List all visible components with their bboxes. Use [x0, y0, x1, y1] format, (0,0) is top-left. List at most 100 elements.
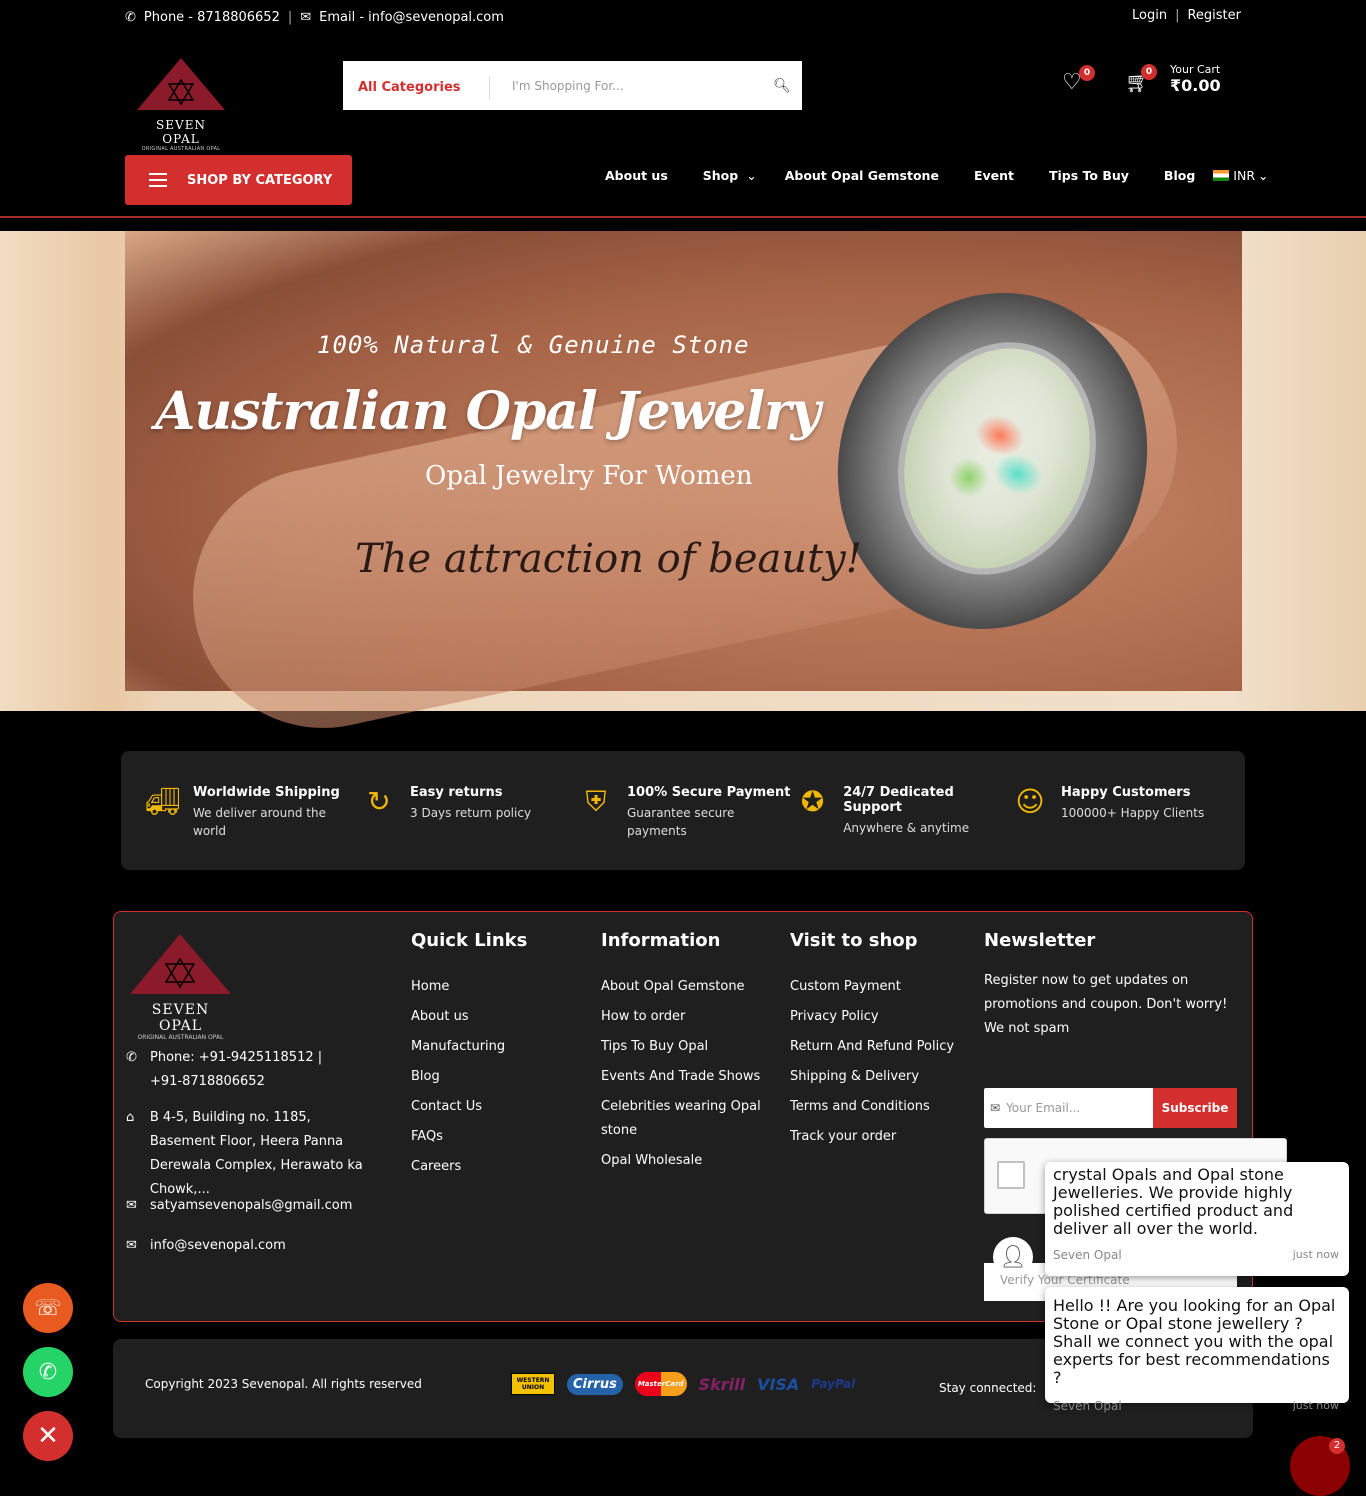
mastercard-logo: MasterCard: [634, 1372, 687, 1396]
register-link[interactable]: Register: [1187, 8, 1241, 26]
footer-link-manufacturing[interactable]: Manufacturing: [411, 1035, 527, 1059]
footer-email-2[interactable]: ✉ info@sevenopal.com: [126, 1234, 376, 1258]
copyright: Copyright 2023 Sevenopal. All rights res…: [145, 1377, 422, 1391]
separator: |: [1175, 8, 1180, 23]
feature-desc: We deliver around the world: [193, 806, 326, 838]
wishlist-count-badge: 0: [1079, 65, 1095, 81]
footer-link-privacy[interactable]: Privacy Policy: [790, 1005, 954, 1029]
feature-item: ↻ Easy returns 3 Days return policy: [362, 785, 579, 870]
feature-title: Happy Customers: [1061, 785, 1191, 800]
search-icon[interactable]: 🔍︎: [762, 78, 802, 94]
top-phone[interactable]: Phone - 8718806652: [144, 10, 280, 25]
category-select[interactable]: All Categories: [343, 75, 490, 100]
footer-address-text: B 4-5, Building no. 1185, Basement Floor…: [149, 1110, 363, 1197]
logo-tagline: ORIGINAL AUSTRALIAN OPAL: [141, 146, 221, 152]
footer-logo-tagline: ORIGINAL AUSTRALIAN OPAL: [137, 1034, 224, 1041]
recaptcha-checkbox[interactable]: [997, 1161, 1025, 1189]
chat-message-2[interactable]: Hello !! Are you looking for an Opal Sto…: [1045, 1287, 1349, 1413]
footer-link-tips-to-buy[interactable]: Tips To Buy Opal: [601, 1035, 776, 1059]
feature-item: ☺ Happy Customers 100000+ Happy Clients: [1013, 785, 1230, 870]
chat-unread-badge: 2: [1329, 1438, 1345, 1454]
nav-blog[interactable]: Blog: [1164, 168, 1195, 183]
search-input[interactable]: I'm Shopping For...: [490, 79, 762, 93]
login-link[interactable]: Login: [1132, 8, 1167, 26]
feature-desc: Guarantee secure payments: [627, 806, 735, 838]
nav-about-us[interactable]: About us: [605, 168, 668, 183]
footer-link-how-to-order[interactable]: How to order: [601, 1005, 776, 1029]
main-nav: About us Shop ⌄ About Opal Gemstone Even…: [605, 168, 1269, 183]
stay-connected: Stay connected:: [939, 1381, 1037, 1395]
mail-icon: ✉: [126, 1238, 137, 1253]
nav-shop[interactable]: Shop: [703, 168, 738, 183]
chat-message-1[interactable]: crystal Opals and Opal stone Jewelleries…: [1045, 1162, 1349, 1276]
shop-by-category-button[interactable]: SHOP BY CATEGORY: [125, 155, 352, 205]
newsletter-column: Newsletter Register now to get updates o…: [984, 930, 1234, 1041]
footer-phone[interactable]: ✆ Phone: +91-9425118512 | +91-8718806652: [126, 1046, 376, 1094]
feature-desc: 100000+ Happy Clients: [1061, 806, 1205, 820]
feature-title: Worldwide Shipping: [193, 785, 340, 800]
footer-link-blog[interactable]: Blog: [411, 1065, 527, 1089]
mail-icon: ✉: [990, 1101, 1001, 1115]
footer-link-faqs[interactable]: FAQs: [411, 1125, 527, 1149]
mail-icon: ✉: [300, 9, 312, 25]
whatsapp-button[interactable]: ✆: [23, 1347, 73, 1397]
return-icon: ↻: [367, 785, 391, 818]
badge-icon: ✪: [800, 785, 825, 818]
india-flag-icon: [1213, 170, 1230, 181]
information-title: Information: [601, 930, 721, 951]
top-email[interactable]: Email - info@sevenopal.com: [319, 10, 504, 25]
secure-card-icon: ⛨: [585, 785, 607, 818]
chat-sender: Seven Opal: [1053, 1248, 1122, 1262]
site-logo[interactable]: SEVEN OPAL ORIGINAL AUSTRALIAN OPAL: [135, 58, 227, 152]
cart-total: ₹0.00: [1170, 76, 1221, 95]
whatsapp-icon: ✆: [38, 1359, 58, 1385]
chat-message-text: crystal Opals and Opal stone Jewelleries…: [1053, 1165, 1294, 1238]
call-button[interactable]: ☏: [23, 1283, 73, 1333]
footer-link-about-opal[interactable]: About Opal Gemstone: [601, 975, 776, 999]
search-bar: All Categories I'm Shopping For... 🔍︎: [343, 61, 802, 110]
footer-link-refund[interactable]: Return And Refund Policy: [790, 1035, 954, 1059]
quick-links-column: Quick Links Home About us Manufacturing …: [411, 930, 527, 1185]
subscribe-button[interactable]: Subscribe: [1153, 1088, 1237, 1128]
footer-email-2-text: info@sevenopal.com: [150, 1238, 286, 1253]
footer-link-wholesale[interactable]: Opal Wholesale: [601, 1149, 776, 1173]
currency-select[interactable]: INR: [1233, 168, 1255, 183]
hero-banner[interactable]: 100% Natural & Genuine Stone Australian …: [0, 231, 1366, 753]
features-bar: 🚚︎ Worldwide Shipping We deliver around …: [121, 751, 1245, 870]
footer-link-celebrities[interactable]: Celebrities wearing Opal stone: [601, 1095, 776, 1143]
footer-link-home[interactable]: Home: [411, 975, 527, 999]
menu-icon: [149, 173, 167, 187]
footer-link-careers[interactable]: Careers: [411, 1155, 527, 1179]
hero-subtitle: Opal Jewelry For Women: [425, 461, 753, 491]
cart-summary[interactable]: Your Cart ₹0.00: [1170, 63, 1221, 95]
header-divider: [0, 216, 1366, 218]
footer-address: ⌂ B 4-5, Building no. 1185, Basement Flo…: [126, 1106, 376, 1202]
newsletter-email-placeholder: Your Email...: [1006, 1101, 1081, 1115]
footer-link-contact-us[interactable]: Contact Us: [411, 1095, 527, 1119]
nav-event[interactable]: Event: [974, 168, 1014, 183]
separator: |: [287, 9, 293, 25]
chat-avatar: 👤︎: [993, 1237, 1033, 1277]
footer-link-events[interactable]: Events And Trade Shows: [601, 1065, 776, 1089]
footer-link-track-order[interactable]: Track your order: [790, 1125, 954, 1149]
feature-title: 24/7 Dedicated Support: [843, 785, 954, 815]
feature-item: ⛨ 100% Secure Payment Guarantee secure p…: [579, 785, 796, 870]
feature-title: 100% Secure Payment: [627, 785, 791, 800]
cart-label: Your Cart: [1170, 63, 1221, 76]
footer-email-1[interactable]: ✉ satyamsevenopals@gmail.com: [126, 1194, 376, 1218]
footer-link-terms[interactable]: Terms and Conditions: [790, 1095, 954, 1119]
nav-about-opal-gemstone[interactable]: About Opal Gemstone: [785, 168, 939, 183]
footer-logo[interactable]: SEVEN OPAL ORIGINAL AUSTRALIAN OPAL: [128, 934, 233, 1041]
hero-line-1: 100% Natural & Genuine Stone: [317, 331, 750, 359]
payment-methods: WESTERN UNION Cirrus MasterCard Skrill V…: [511, 1372, 855, 1396]
feature-item: 🚚︎ Worldwide Shipping We deliver around …: [145, 785, 362, 870]
newsletter-email-input[interactable]: ✉ Your Email...: [984, 1088, 1153, 1128]
footer-link-shipping[interactable]: Shipping & Delivery: [790, 1065, 954, 1089]
skrill-logo: Skrill: [698, 1374, 746, 1394]
footer-link-about-us[interactable]: About us: [411, 1005, 527, 1029]
footer-link-custom-payment[interactable]: Custom Payment: [790, 975, 954, 999]
feature-title: Easy returns: [410, 785, 503, 800]
newsletter-title: Newsletter: [984, 930, 1096, 951]
logo-name: SEVEN OPAL: [156, 118, 206, 146]
nav-tips-to-buy[interactable]: Tips To Buy: [1049, 168, 1129, 183]
